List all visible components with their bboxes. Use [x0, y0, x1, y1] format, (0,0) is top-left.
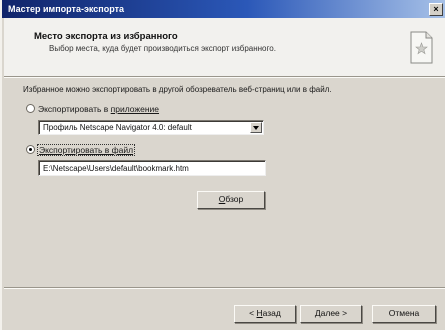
next-button[interactable]: Далее >	[300, 305, 362, 323]
export-to-file-label[interactable]: Экспортировать в файл	[36, 144, 136, 156]
footer-divider-highlight	[4, 288, 445, 289]
page-subtitle: Выбор места, куда будет производиться эк…	[49, 44, 276, 53]
export-to-app-label-accel: приложение	[110, 104, 160, 114]
chevron-down-icon[interactable]	[250, 122, 262, 133]
browse-button[interactable]: Обзор	[197, 191, 265, 209]
window-title: Мастер импорта-экспорта	[8, 4, 125, 14]
browse-rest: бзор	[225, 194, 244, 204]
back-button[interactable]: < Назад	[234, 305, 296, 323]
title-bar: Мастер импорта-экспорта ×	[2, 0, 445, 18]
wizard-header: Место экспорта из избранного Выбор места…	[4, 18, 445, 77]
file-path-input[interactable]: E:\Netscape\Users\default\bookmark.htm	[38, 160, 266, 176]
export-to-app-label[interactable]: Экспортировать в приложение	[38, 104, 159, 114]
cancel-label: Отмена	[388, 308, 420, 318]
app-profile-select[interactable]: Профиль Netscape Navigator 4.0: default	[38, 120, 264, 135]
next-label: Далее >	[314, 308, 348, 318]
header-divider	[4, 77, 445, 78]
document-star-icon	[410, 31, 433, 64]
import-export-wizard-window: Мастер импорта-экспорта × Место экспорта…	[0, 0, 445, 330]
export-to-app-radio[interactable]	[26, 104, 35, 113]
back-rest: азад	[262, 308, 281, 318]
close-button[interactable]: ×	[429, 3, 443, 16]
close-icon: ×	[433, 4, 439, 14]
page-title: Место экспорта из избранного	[34, 31, 178, 42]
export-to-file-radio[interactable]	[26, 145, 35, 154]
intro-text: Избранное можно экспортировать в другой …	[23, 85, 332, 94]
export-to-app-label-prefix: Экспортировать в	[38, 104, 111, 114]
export-to-file-label-accel: Экспортировать в файл	[39, 145, 134, 155]
app-profile-value: Профиль Netscape Navigator 4.0: default	[43, 123, 192, 132]
cancel-button[interactable]: Отмена	[372, 305, 436, 323]
file-path-value: E:\Netscape\Users\default\bookmark.htm	[43, 164, 189, 173]
